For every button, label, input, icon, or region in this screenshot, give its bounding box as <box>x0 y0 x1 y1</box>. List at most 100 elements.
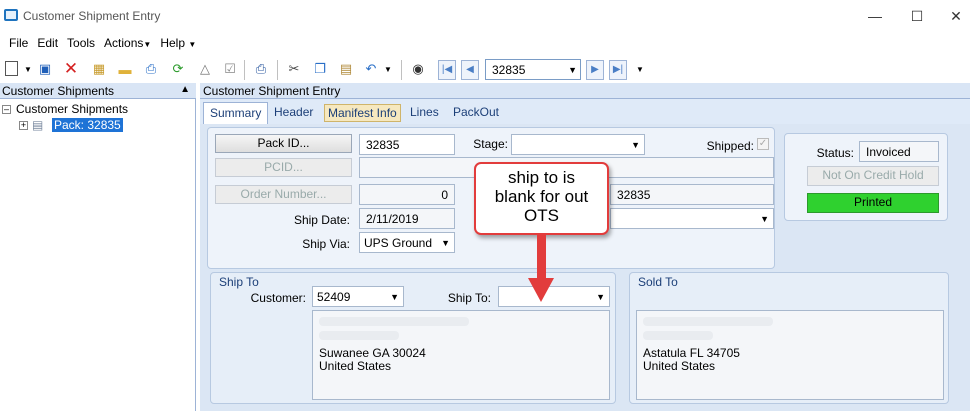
order-number-field[interactable]: 0 <box>359 184 455 205</box>
pack-id-button[interactable]: Pack ID... <box>215 134 352 153</box>
customer-value: 52409 <box>317 290 351 304</box>
app-icon <box>4 9 18 21</box>
maximize-icon[interactable]: ☐ <box>907 6 927 26</box>
annotation-arrow-head <box>528 278 554 302</box>
tree-root[interactable]: Customer Shipments <box>16 102 128 116</box>
extra-select[interactable]: ▼ <box>610 208 774 229</box>
tab-summary[interactable]: Summary <box>203 102 269 124</box>
status-label: Status: <box>816 146 854 160</box>
annotation-line: ship to is <box>507 168 576 187</box>
ship-to-label: Ship To: <box>447 291 491 305</box>
ship-via-label: Ship Via: <box>302 237 350 251</box>
ship-via-select[interactable]: UPS Ground ▼ <box>359 232 455 253</box>
chevron-down-icon: ▼ <box>441 238 450 248</box>
credit-hold-button[interactable]: Not On Credit Hold <box>807 166 939 186</box>
last-record-button[interactable]: ▶| <box>609 60 627 80</box>
ship-to-address-redacted <box>319 314 603 329</box>
sold-to-title: Sold To <box>638 275 678 289</box>
document-icon: ▤ <box>32 118 44 132</box>
sold-to-address-redacted <box>643 329 937 343</box>
annotation-callout: ship to is blank for out OTS <box>474 162 609 235</box>
pin-icon[interactable]: ▲ <box>180 84 190 95</box>
chevron-down-icon: ▼ <box>390 292 399 302</box>
sold-to-city-line: Astatula FL 34705 <box>643 346 740 360</box>
menu-edit[interactable]: Edit <box>37 36 58 50</box>
ship-to-city-line: Suwanee GA 30024 <box>319 346 426 360</box>
shipped-label: Shipped: <box>706 139 754 153</box>
chevron-down-icon: ▼ <box>188 40 197 49</box>
shipment-tree: – Customer Shipments + ▤ Pack: 32835 <box>0 99 196 411</box>
printed-button[interactable]: Printed <box>807 193 939 213</box>
folder-icon[interactable]: ▬ <box>117 61 133 77</box>
contacts-icon[interactable]: ▦ <box>91 61 107 77</box>
undo-icon[interactable]: ↶ <box>363 61 379 77</box>
refresh-icon[interactable]: ⟳ <box>170 61 186 77</box>
chevron-down-icon[interactable]: ▼ <box>20 61 36 77</box>
pack-select[interactable]: 32835 ▼ <box>485 59 581 80</box>
menu-bar: File Edit Tools Actions▼ Help ▼ <box>0 36 205 54</box>
title-bar: Customer Shipment Entry — ☐ ✕ <box>0 0 970 33</box>
menu-tools[interactable]: Tools <box>67 36 95 50</box>
pack-id-field[interactable]: 32835 <box>359 134 455 155</box>
chevron-down-icon[interactable]: ▼ <box>380 61 396 77</box>
next-record-button[interactable]: ▶ <box>586 60 604 80</box>
save-icon[interactable]: ▣ <box>37 61 53 77</box>
expand-icon[interactable]: + <box>19 121 28 130</box>
paste-icon[interactable]: ▤ <box>338 61 354 77</box>
shipped-checkbox[interactable]: ✓ <box>757 138 769 150</box>
sold-to-address-redacted <box>643 314 937 329</box>
status-field: Invoiced <box>859 141 939 162</box>
left-panel-title: Customer Shipments <box>2 84 115 98</box>
customer-select[interactable]: 52409 ▼ <box>312 286 404 307</box>
tab-manifest-info[interactable]: Manifest Info <box>324 104 401 122</box>
annotation-line: blank for out <box>494 187 589 206</box>
ship-to-address-redacted <box>319 329 603 343</box>
menu-file[interactable]: File <box>9 36 28 50</box>
copy-icon[interactable]: ❐ <box>312 61 328 77</box>
eraser-icon[interactable]: △ <box>197 61 213 77</box>
stage-label: Stage: <box>473 137 508 151</box>
binoculars-icon[interactable]: ◉ <box>410 61 426 77</box>
order-reference-field: 32835 <box>610 184 774 205</box>
menu-actions[interactable]: Actions▼ <box>104 36 151 50</box>
chevron-down-icon: ▼ <box>760 214 769 224</box>
print-icon[interactable]: ⎙ <box>253 61 269 77</box>
collapse-icon[interactable]: – <box>2 105 11 114</box>
ship-to-select[interactable]: ▼ <box>498 286 610 307</box>
order-number-button[interactable]: Order Number... <box>215 185 352 204</box>
customer-label: Customer: <box>250 291 306 305</box>
tab-header[interactable]: Header <box>271 104 316 120</box>
ship-to-address: Suwanee GA 30024 United States <box>312 310 610 400</box>
window-title: Customer Shipment Entry <box>23 9 161 23</box>
chevron-down-icon[interactable]: ▼ <box>632 61 648 77</box>
minimize-icon[interactable]: — <box>865 6 885 26</box>
ship-via-value: UPS Ground <box>364 236 433 250</box>
sold-to-address: Astatula FL 34705 United States <box>636 310 944 400</box>
chevron-down-icon: ▼ <box>596 292 605 302</box>
menu-help[interactable]: Help ▼ <box>160 36 196 50</box>
toolbar: ▼ ▣ ✕ ▦ ▬ ⎙ ⟳ △ ☑ ⎙ ✂ ❐ ▤ ↶ ▼ ◉ |◀ ◀ 328… <box>0 57 970 83</box>
tree-item-pack[interactable]: Pack: 32835 <box>52 118 123 132</box>
checklist-icon[interactable]: ☑ <box>222 61 238 77</box>
close-icon[interactable]: ✕ <box>946 6 966 26</box>
right-panel-title: Customer Shipment Entry <box>203 84 341 98</box>
pcid-button[interactable]: PCID... <box>215 158 352 177</box>
ship-to-title: Ship To <box>219 275 259 289</box>
stage-select[interactable]: ▼ <box>511 134 645 155</box>
toolbar-separator <box>244 60 245 80</box>
attachment-icon[interactable]: ⎙ <box>143 61 159 77</box>
pack-select-value: 32835 <box>492 63 526 77</box>
tab-bar: Summary Header Manifest Info Lines PackO… <box>200 99 970 124</box>
tab-packout[interactable]: PackOut <box>450 104 502 120</box>
menu-help-label: Help <box>160 36 186 50</box>
previous-record-button[interactable]: ◀ <box>461 60 479 80</box>
toolbar-separator <box>277 60 278 80</box>
tab-lines[interactable]: Lines <box>407 104 442 120</box>
chevron-down-icon: ▼ <box>568 65 577 75</box>
ship-date-field[interactable]: 2/11/2019 <box>359 208 455 229</box>
first-record-button[interactable]: |◀ <box>438 60 456 80</box>
ship-date-label: Ship Date: <box>293 213 350 227</box>
delete-icon[interactable]: ✕ <box>63 59 79 78</box>
cut-icon[interactable]: ✂ <box>286 61 302 77</box>
new-icon[interactable] <box>5 61 18 76</box>
